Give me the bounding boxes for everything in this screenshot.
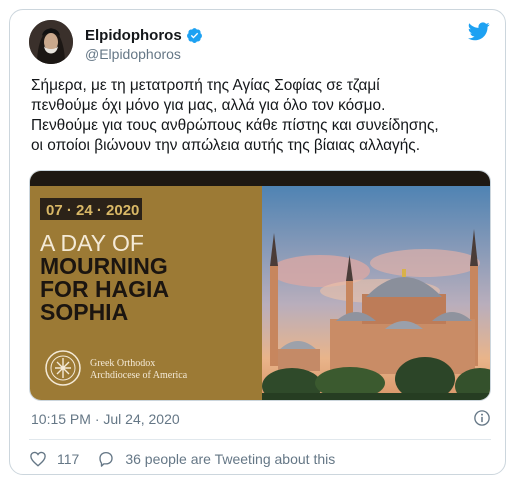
- media-org-line1: Greek Orthodox: [90, 358, 155, 369]
- media-org-line2: Archdiocese of America: [90, 370, 188, 381]
- tweeting-about-link[interactable]: 36 people are Tweeting about this: [97, 450, 335, 468]
- media-headline-line4: SOPHIA: [40, 299, 128, 325]
- like-button[interactable]: 117: [29, 450, 79, 468]
- tweet-timestamp[interactable]: 10:15 PM · Jul 24, 2020: [31, 411, 180, 427]
- author-name-row[interactable]: Elpidophoros: [85, 27, 203, 44]
- media-date: 07 · 24 · 2020: [46, 202, 139, 219]
- tweet-actions: 117 36 people are Tweeting about this: [29, 450, 353, 468]
- tweet-media-image[interactable]: 07 · 24 · 2020 A DAY OF MOURNING FOR HAG…: [29, 170, 491, 401]
- like-count: 117: [57, 451, 80, 467]
- archdiocese-seal-icon: [45, 350, 81, 386]
- avatar[interactable]: [29, 20, 73, 64]
- author-name[interactable]: Elpidophoros: [85, 27, 182, 44]
- tweet-text: Σήμερα, με τη μετατροπή της Αγίας Σοφίας…: [31, 77, 439, 154]
- author-handle[interactable]: @Elpidophoros: [85, 46, 181, 62]
- comment-icon: [99, 451, 114, 467]
- divider: [29, 439, 491, 440]
- verified-badge-icon: [186, 28, 202, 43]
- info-icon[interactable]: [473, 409, 491, 427]
- tweeting-about-text: 36 people are Tweeting about this: [125, 451, 336, 467]
- twitter-bird-icon[interactable]: [468, 22, 490, 41]
- heart-icon: [30, 451, 46, 467]
- tweet-card: Elpidophoros @Elpidophoros Σήμερα, με τη…: [9, 9, 506, 475]
